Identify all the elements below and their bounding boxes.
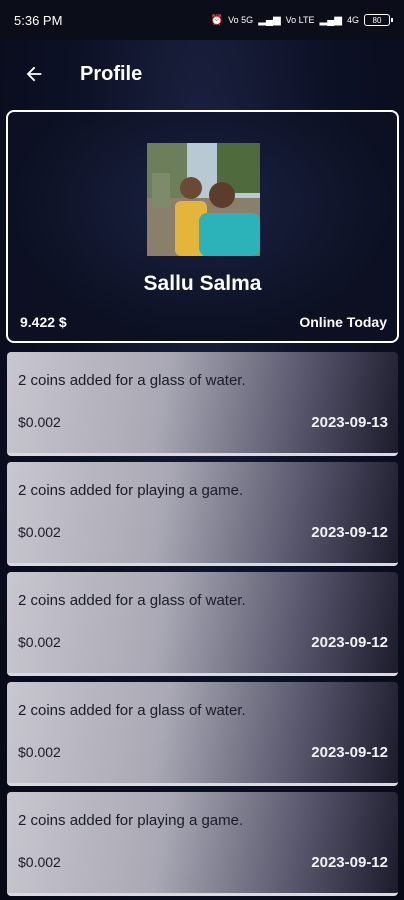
- online-status: Online Today: [299, 314, 387, 330]
- transaction-date: 2023-09-13: [311, 414, 388, 431]
- transaction-date: 2023-09-12: [311, 744, 388, 761]
- battery-level: 80: [372, 15, 382, 25]
- transaction-description: 2 coins added for a glass of water.: [18, 592, 246, 609]
- transaction-amount: $0.002: [18, 414, 61, 430]
- transaction-card[interactable]: 2 coins added for playing a game. $0.002…: [7, 792, 398, 896]
- avatar[interactable]: [147, 143, 260, 256]
- status-time: 5:36 PM: [14, 12, 63, 28]
- network-indicator-2: Vo LTE: [285, 15, 315, 25]
- transaction-description: 2 coins added for a glass of water.: [18, 702, 246, 719]
- transaction-card[interactable]: 2 coins added for a glass of water. $0.0…: [7, 682, 398, 786]
- arrow-left-icon: [26, 66, 42, 82]
- transaction-date: 2023-09-12: [311, 854, 388, 871]
- transaction-date: 2023-09-12: [311, 524, 388, 541]
- transaction-amount: $0.002: [18, 854, 61, 870]
- transaction-date: 2023-09-12: [311, 634, 388, 651]
- signal-icon: ▂▄▆: [258, 14, 281, 26]
- transaction-description: 2 coins added for a glass of water.: [18, 372, 246, 389]
- back-button[interactable]: [10, 50, 58, 98]
- balance-amount: 9.422 $: [20, 314, 67, 330]
- network-indicator-1: Vo 5G: [228, 15, 254, 25]
- transaction-description: 2 coins added for playing a game.: [18, 812, 244, 829]
- profile-name: Sallu Salma: [143, 272, 262, 295]
- profile-card: Sallu Salma 9.422 $ Online Today: [6, 110, 399, 343]
- transaction-list: 2 coins added for a glass of water. $0.0…: [7, 352, 398, 900]
- transaction-amount: $0.002: [18, 524, 61, 540]
- transaction-card[interactable]: 2 coins added for a glass of water. $0.0…: [7, 352, 398, 456]
- signal-icon: ▂▄▆: [319, 14, 342, 26]
- transaction-card[interactable]: 2 coins added for playing a game. $0.002…: [7, 462, 398, 566]
- app-bar: Profile: [0, 40, 404, 108]
- battery-icon: 80: [364, 14, 393, 26]
- network-indicator-3: 4G: [346, 15, 359, 25]
- status-icons: ⏰ Vo 5G ▂▄▆ Vo LTE ▂▄▆ 4G 80: [210, 14, 393, 26]
- transaction-description: 2 coins added for playing a game.: [18, 482, 244, 499]
- alarm-icon: ⏰: [210, 14, 224, 26]
- transaction-amount: $0.002: [18, 634, 61, 650]
- status-bar: 5:36 PM ⏰ Vo 5G ▂▄▆ Vo LTE ▂▄▆ 4G 80: [0, 0, 404, 40]
- page-title: Profile: [80, 62, 143, 85]
- transaction-card[interactable]: 2 coins added for a glass of water. $0.0…: [7, 572, 398, 676]
- transaction-amount: $0.002: [18, 744, 61, 760]
